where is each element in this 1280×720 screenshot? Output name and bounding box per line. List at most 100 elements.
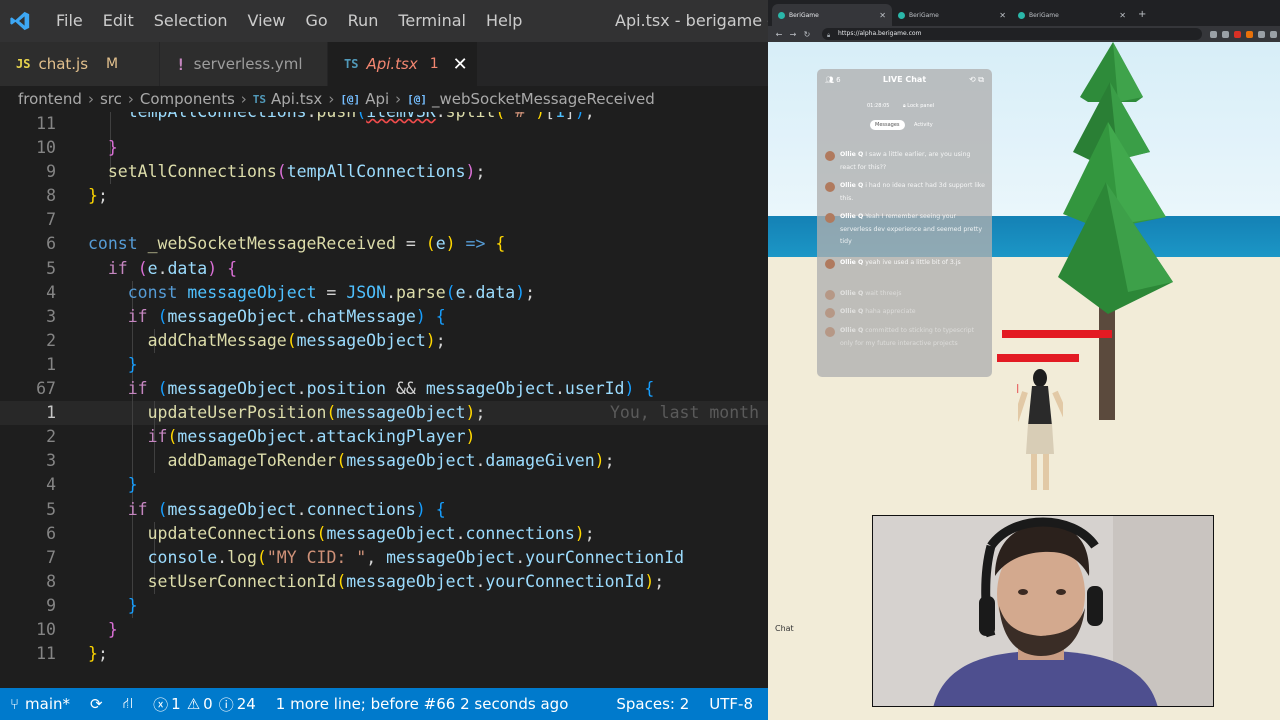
url-input[interactable]: 🔒︎ https://alpha.berigame.com <box>822 28 1202 40</box>
message-author: Ollie Q <box>840 259 864 266</box>
pine-tree <box>1058 42 1173 314</box>
code-editor[interactable]: 11 tempAllConnections.push(itemVSK.split… <box>0 112 768 688</box>
code-line: 1 } <box>0 352 768 378</box>
tab-activity[interactable]: Activity <box>909 120 938 130</box>
chat-timer: 01:28:05 <box>867 103 890 109</box>
new-tab-icon[interactable]: + <box>1138 4 1146 26</box>
message-author: Ollie Q <box>840 308 864 315</box>
tab-serverless-yml[interactable]: ! serverless.yml <box>160 42 328 86</box>
lock-panel-label: Lock panel <box>907 103 935 109</box>
refresh-icon[interactable]: ⟲ <box>969 75 976 84</box>
code-line: 9 } <box>0 593 768 618</box>
share-icon[interactable] <box>1210 30 1217 38</box>
typescript-file-icon: TS <box>252 92 267 106</box>
code-line: 6 updateConnections(messageObject.connec… <box>0 521 768 546</box>
forward-icon[interactable]: → <box>786 30 800 39</box>
webcam-overlay <box>872 515 1214 707</box>
menu-terminal[interactable]: Terminal <box>388 0 476 42</box>
code-line: 2 addChatMessage(messageObject); <box>0 328 768 353</box>
browser-tab-title: BeriGame <box>1029 11 1059 19</box>
tab-messages[interactable]: Messages <box>870 120 905 130</box>
breadcrumb-symbol-api[interactable]: Api <box>365 90 389 108</box>
code-text: addDamageToRender(messageObject.damageGi… <box>167 451 615 471</box>
chat-title: LIVE Chat <box>882 75 927 84</box>
breadcrumb-frontend[interactable]: frontend <box>18 90 82 108</box>
code-text: tempAllConnections.push(itemVSK.split("#… <box>88 112 595 124</box>
menu-run[interactable]: Run <box>338 0 389 42</box>
breadcrumb-components[interactable]: Components <box>140 90 235 108</box>
line-number: 5 <box>46 499 56 519</box>
star-icon[interactable] <box>1222 30 1229 38</box>
message-author: Ollie Q <box>840 213 864 220</box>
close-icon[interactable]: ✕ <box>999 11 1006 20</box>
back-icon[interactable]: ← <box>772 30 786 39</box>
code-line: 3 if (messageObject.chatMessage) { <box>0 304 768 329</box>
code-text: if(messageObject.attackingPlayer) <box>147 427 476 447</box>
close-icon[interactable]: ✕ <box>879 11 886 20</box>
code-line-current: 1 updateUserPosition(messageObject); You,… <box>0 401 768 426</box>
chat-label[interactable]: Chat <box>775 624 794 633</box>
breadcrumb-file[interactable]: Api.tsx <box>271 90 322 108</box>
menu-file[interactable]: File <box>46 0 93 42</box>
browser-tab[interactable]: BeriGame ✕ <box>892 4 1012 26</box>
tab-label: Api.tsx <box>366 55 418 73</box>
code-text: console.log("MY CID: ", messageObject.yo… <box>147 547 685 567</box>
modified-badge: M <box>106 56 119 72</box>
browser-tab[interactable]: BeriGame ✕ <box>772 4 892 26</box>
chevron-right-icon: › <box>87 90 94 108</box>
avatar <box>825 151 835 161</box>
menu-help[interactable]: Help <box>476 0 532 42</box>
message-text: wait threejs <box>865 290 902 297</box>
indentation-setting[interactable]: Spaces: 2 <box>606 695 699 713</box>
line-number: 2 <box>46 427 56 447</box>
live-chat-panel[interactable]: 👥︎ 6 LIVE Chat ⟲ ⧉ 01:28:05 🔒︎ Lock pane… <box>817 69 992 377</box>
reload-icon[interactable]: ↻ <box>800 30 814 39</box>
menu-go[interactable]: Go <box>295 0 337 42</box>
avatar <box>825 327 835 337</box>
source-control-icon[interactable]: ⛙ <box>113 694 144 714</box>
health-bar <box>1002 330 1112 338</box>
branch-indicator[interactable]: ⑂ main* <box>0 695 80 713</box>
code-line: 4 const messageObject = JSON.parse(e.dat… <box>0 280 768 305</box>
close-icon[interactable]: ✕ <box>453 54 468 75</box>
browser-tab[interactable]: BeriGame ✕ <box>1012 4 1132 26</box>
code-line: 7 console.log("MY CID: ", messageObject.… <box>0 545 768 570</box>
breadcrumb-symbol-handler[interactable]: _webSocketMessageReceived <box>432 90 655 108</box>
chevron-right-icon: › <box>328 90 335 108</box>
encoding-setting[interactable]: UTF-8 <box>699 695 763 713</box>
code-line: 9 setAllConnections(tempAllConnections); <box>0 160 768 185</box>
lock-panel-button[interactable]: 🔒︎ Lock panel <box>903 103 934 109</box>
menu-icon[interactable] <box>1270 30 1277 38</box>
extension-icon[interactable] <box>1234 30 1241 38</box>
puzzle-icon[interactable] <box>1258 30 1265 38</box>
avatar <box>825 213 835 223</box>
line-number: 6 <box>46 234 56 254</box>
code-line: 5 if (e.data) { <box>0 257 768 281</box>
close-icon[interactable]: ✕ <box>1119 11 1126 20</box>
extension-icon[interactable] <box>1246 30 1253 38</box>
code-text: if (messageObject.position && messageObj… <box>127 379 655 399</box>
collapse-icon[interactable]: ⧉ <box>978 75 984 84</box>
code-text: updateUserPosition(messageObject); <box>147 403 486 423</box>
problems-indicator[interactable]: ⓧ 1 ⚠ 0 ⓘ 24 <box>143 694 266 715</box>
vscode-logo-icon <box>8 9 32 33</box>
breadcrumb-src[interactable]: src <box>100 90 122 108</box>
git-blame-status[interactable]: 1 more line; before #66 2 seconds ago <box>266 695 579 713</box>
sync-icon[interactable]: ⟳ <box>80 695 113 713</box>
line-number: 6 <box>46 523 56 543</box>
tab-chat-js[interactable]: JS chat.js M <box>0 42 160 86</box>
chevron-right-icon: › <box>395 90 402 108</box>
line-number: 10 <box>36 619 56 639</box>
menu-selection[interactable]: Selection <box>144 0 238 42</box>
line-number: 11 <box>36 114 56 133</box>
avatar <box>825 290 835 300</box>
menu-view[interactable]: View <box>238 0 296 42</box>
window-title: Api.tsx - berigame - Vis <box>615 11 768 30</box>
code-text: } <box>127 475 138 495</box>
avatar <box>825 259 835 269</box>
tab-api-tsx[interactable]: TS Api.tsx 1 ✕ <box>328 42 478 86</box>
chevron-right-icon: › <box>127 90 134 108</box>
menu-edit[interactable]: Edit <box>93 0 144 42</box>
line-number: 9 <box>46 162 56 182</box>
browser-tabs: BeriGame ✕ BeriGame ✕ BeriGame ✕ + <box>768 0 1280 26</box>
